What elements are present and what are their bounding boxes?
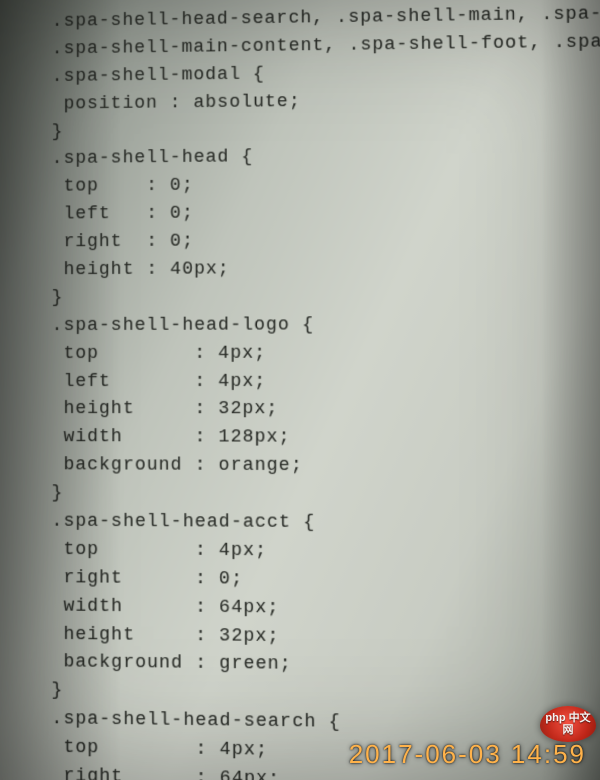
css-code-block: .spa-shell-head-search, .spa-shell-main,…	[27, 0, 600, 780]
source-watermark: php 中文网	[540, 706, 596, 742]
photo-timestamp: 2017-06-03 14:59	[349, 739, 586, 770]
book-page: .spa-shell-head-search, .spa-shell-main,…	[0, 0, 600, 780]
watermark-label: php 中文网	[540, 706, 596, 736]
